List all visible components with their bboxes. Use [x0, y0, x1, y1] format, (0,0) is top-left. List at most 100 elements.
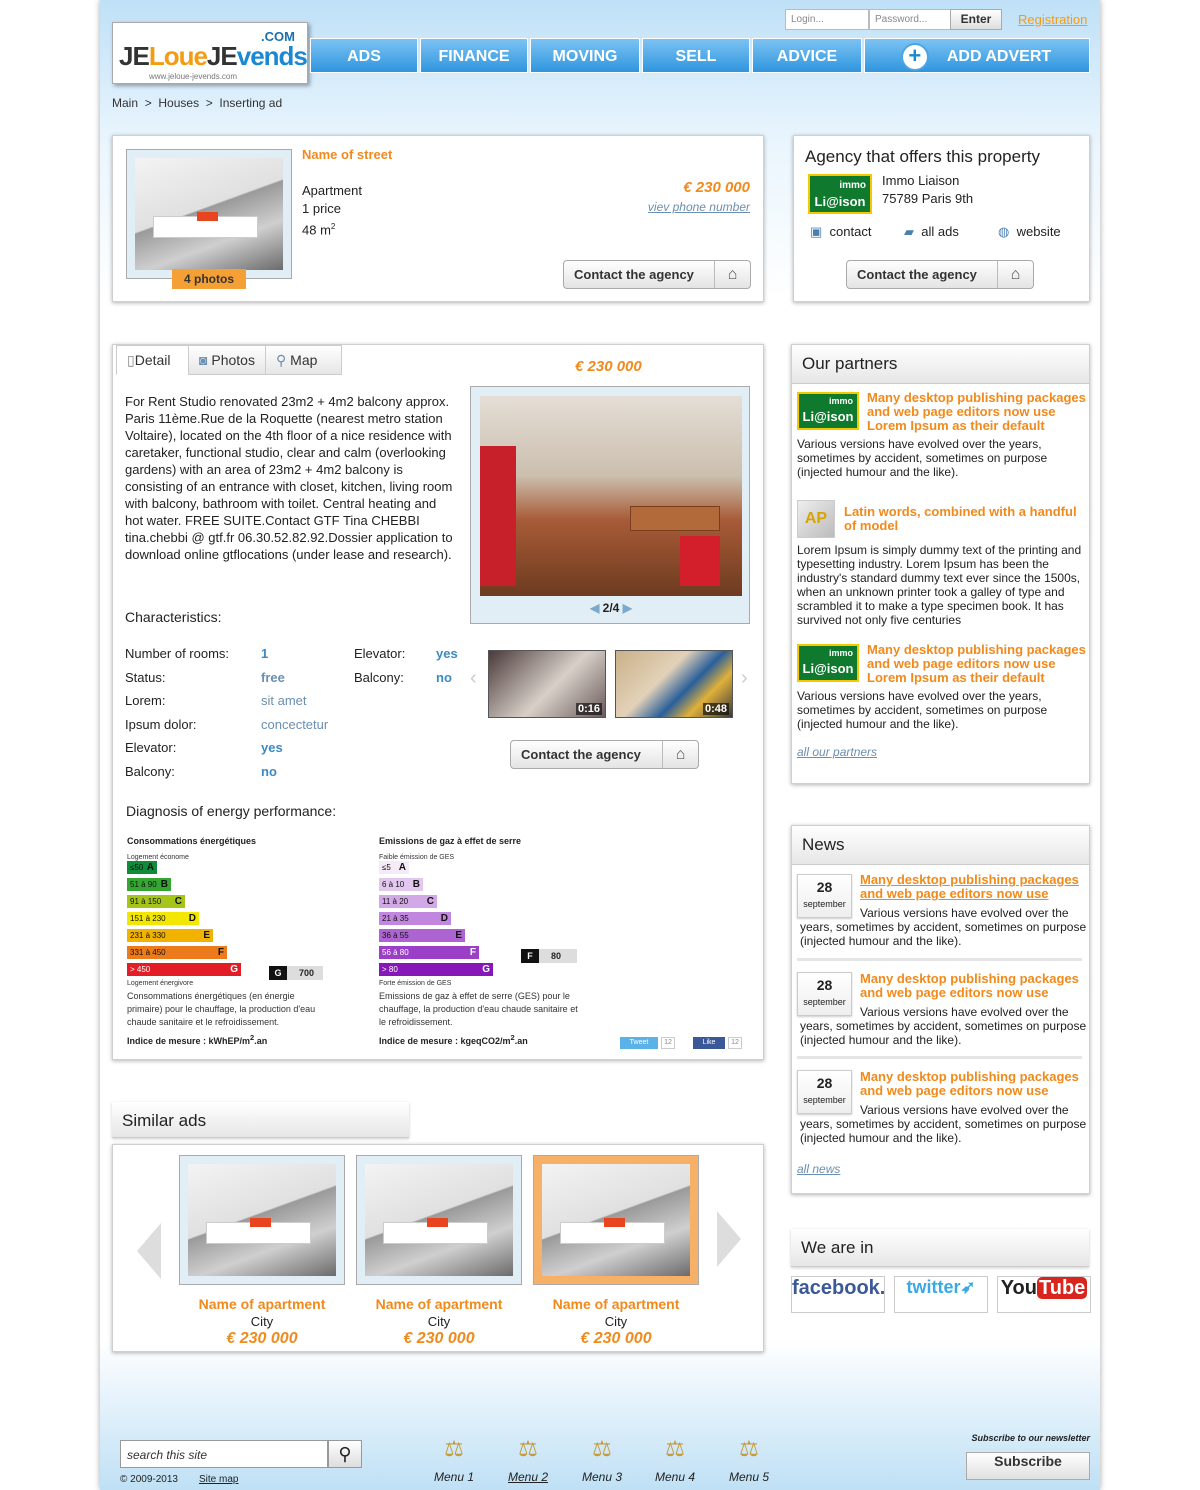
energy-letter: G: [230, 964, 238, 975]
similar-ad-name[interactable]: Name of apartment: [533, 1296, 699, 1312]
agency-all-ads-link[interactable]: ▰ all ads: [904, 224, 959, 240]
sitemap-link[interactable]: Site map: [199, 1474, 238, 1485]
partner-title[interactable]: Latin words, combined with a handful of …: [844, 505, 1084, 533]
agency-website-link[interactable]: ◍ website: [998, 224, 1061, 240]
video-thumb-2[interactable]: 0:48: [615, 650, 733, 718]
photos-badge[interactable]: 4 photos: [172, 269, 246, 289]
detail-contact-button[interactable]: Contact the agency ⌂: [510, 740, 699, 769]
main-photo[interactable]: [480, 396, 742, 596]
partner-logo[interactable]: AP: [797, 500, 835, 538]
video-prev-icon[interactable]: ‹: [470, 667, 477, 690]
tab-photos[interactable]: ◙ Photos: [188, 345, 266, 375]
footer-search-input[interactable]: search this site: [120, 1440, 328, 1468]
subscribe-button[interactable]: Subscribe: [966, 1452, 1090, 1480]
twitter-link[interactable]: twitter➶: [894, 1276, 988, 1313]
login-input[interactable]: Login...: [785, 9, 869, 30]
partner-logo[interactable]: immo Li@ison: [797, 392, 859, 430]
all-partners-link[interactable]: all our partners: [797, 745, 877, 759]
energy-bar: > 450 G: [127, 963, 241, 976]
listing-street[interactable]: Name of street: [302, 148, 392, 162]
news-title-link[interactable]: Many desktop publishing packages and web…: [860, 1070, 1088, 1098]
agency-logo[interactable]: immo Li@ison: [808, 174, 872, 214]
video-next-icon[interactable]: ›: [741, 667, 748, 690]
crumb-houses[interactable]: Houses: [158, 96, 199, 110]
similar-ad-thumb[interactable]: [356, 1155, 522, 1285]
ges-class-bar: 21 à 35 D: [379, 912, 599, 925]
energy-letter: A: [146, 862, 154, 873]
tab-map[interactable]: ⚲ Map: [265, 345, 342, 375]
news-title-link[interactable]: Many desktop publishing packages and web…: [860, 972, 1088, 1000]
news-text: Various versions have evolved over the y…: [800, 906, 1087, 948]
footer-menu-2[interactable]: Menu 2: [498, 1470, 558, 1484]
camera-icon: ◙: [199, 352, 208, 368]
document-icon: ▯: [127, 352, 135, 368]
energy-letter: F: [217, 947, 224, 958]
enter-button[interactable]: Enter: [950, 9, 1002, 30]
all-news-link[interactable]: all news: [797, 1162, 840, 1176]
similar-ad-thumb[interactable]: [179, 1155, 345, 1285]
similar-next-arrow-icon[interactable]: [717, 1211, 741, 1267]
tab-detail[interactable]: ▯Detail: [116, 345, 189, 375]
registration-link[interactable]: Registration: [1018, 12, 1087, 27]
energy-bar: 151 à 230 D: [127, 912, 199, 925]
newsletter-label: Subscribe to our newsletter: [971, 1433, 1090, 1443]
agency-address: 75789 Paris 9th: [882, 191, 974, 206]
energy-class-bar: 51 à 90 B: [127, 878, 347, 891]
ges-range: 11 à 20: [382, 897, 409, 906]
password-input[interactable]: Password...: [869, 9, 951, 30]
similar-ad-thumb-active[interactable]: [533, 1155, 699, 1285]
energy-bar: 231 à 330 E: [127, 929, 213, 942]
footer-menu-1[interactable]: Menu 1: [424, 1470, 484, 1484]
partner-title[interactable]: Many desktop publishing packages and web…: [867, 391, 1087, 433]
footer-menu-5[interactable]: Menu 5: [719, 1470, 779, 1484]
listing-type: Apartment: [302, 183, 362, 198]
characteristics-left: Number of rooms: 1 Status: free Lorem: sit …: [125, 642, 345, 783]
nav-moving[interactable]: MOVING: [530, 38, 640, 73]
partner-logo[interactable]: immo Li@ison: [797, 644, 859, 682]
similar-prev-arrow-icon[interactable]: [137, 1223, 161, 1279]
photo-pager[interactable]: ◀ 2/4 ▶: [491, 601, 731, 615]
tweet-button[interactable]: Tweet: [620, 1037, 658, 1049]
ges-bar: 6 à 10 B: [379, 878, 423, 891]
energy-title: Consommations énergétiques: [127, 836, 257, 846]
ges-letter: B: [412, 879, 420, 890]
agency-name: Immo Liaison: [882, 173, 960, 188]
phone-link[interactable]: viev phone number: [648, 200, 750, 214]
char-row: Elevator: yes: [354, 646, 458, 661]
youtube-link[interactable]: You Tube: [997, 1276, 1091, 1313]
listing-thumbnail[interactable]: [126, 149, 292, 279]
facebook-link[interactable]: facebook.: [791, 1276, 885, 1313]
footer-menu-4[interactable]: Menu 4: [645, 1470, 705, 1484]
like-button[interactable]: Like: [693, 1037, 725, 1049]
agency-contact-button[interactable]: Contact the agency ⌂: [846, 260, 1034, 289]
energy-letter: B: [160, 879, 168, 890]
nav-advice[interactable]: ADVICE: [752, 38, 862, 73]
site-logo[interactable]: .COM JELoueJEvends www.jeloue-jevends.co…: [112, 22, 308, 84]
similar-ad-name[interactable]: Name of apartment: [356, 1296, 522, 1312]
copyright: © 2009-2013: [120, 1474, 178, 1485]
nav-sell[interactable]: SELL: [642, 38, 750, 73]
next-arrow-icon[interactable]: ▶: [623, 601, 632, 615]
news-title-link[interactable]: Many desktop publishing packages and web…: [860, 873, 1088, 901]
ges-unit: Indice de mesure : kgeqCO2/m2.an: [379, 1033, 528, 1046]
ges-note: Emissions de gaz à effet de serre (GES) …: [379, 991, 578, 1027]
crumb-main[interactable]: Main: [112, 96, 138, 110]
search-icon[interactable]: ⚲: [328, 1440, 362, 1468]
energy-range: ≤50: [130, 863, 144, 872]
contact-agency-button[interactable]: Contact the agency ⌂: [563, 260, 751, 289]
char-row: Number of rooms: 1: [125, 646, 269, 661]
partner-title[interactable]: Many desktop publishing packages and web…: [867, 643, 1087, 685]
add-advert-button[interactable]: + ADD ADVERT: [864, 38, 1090, 73]
partners-panel: Our partners immo Li@ison Many desktop pu…: [791, 344, 1090, 784]
agency-contact-link[interactable]: ▣ contact: [810, 224, 871, 240]
house-icon: ⌂: [997, 261, 1033, 288]
energy-letter: E: [203, 930, 210, 941]
video-thumb-1[interactable]: 0:16: [488, 650, 606, 718]
nav-finance[interactable]: FINANCE: [420, 38, 528, 73]
footer-menu-3[interactable]: Menu 3: [572, 1470, 632, 1484]
similar-ad-name[interactable]: Name of apartment: [179, 1296, 345, 1312]
ges-label: Emissions de gaz à effet de serre Faible…: [379, 836, 599, 1046]
nav-ads[interactable]: ADS: [310, 38, 418, 73]
prev-arrow-icon[interactable]: ◀: [590, 601, 599, 615]
energy-bars: ≤50 A 51 à 90 B 91 à 150 C 151 à 230 D 231 à 330…: [127, 861, 347, 976]
